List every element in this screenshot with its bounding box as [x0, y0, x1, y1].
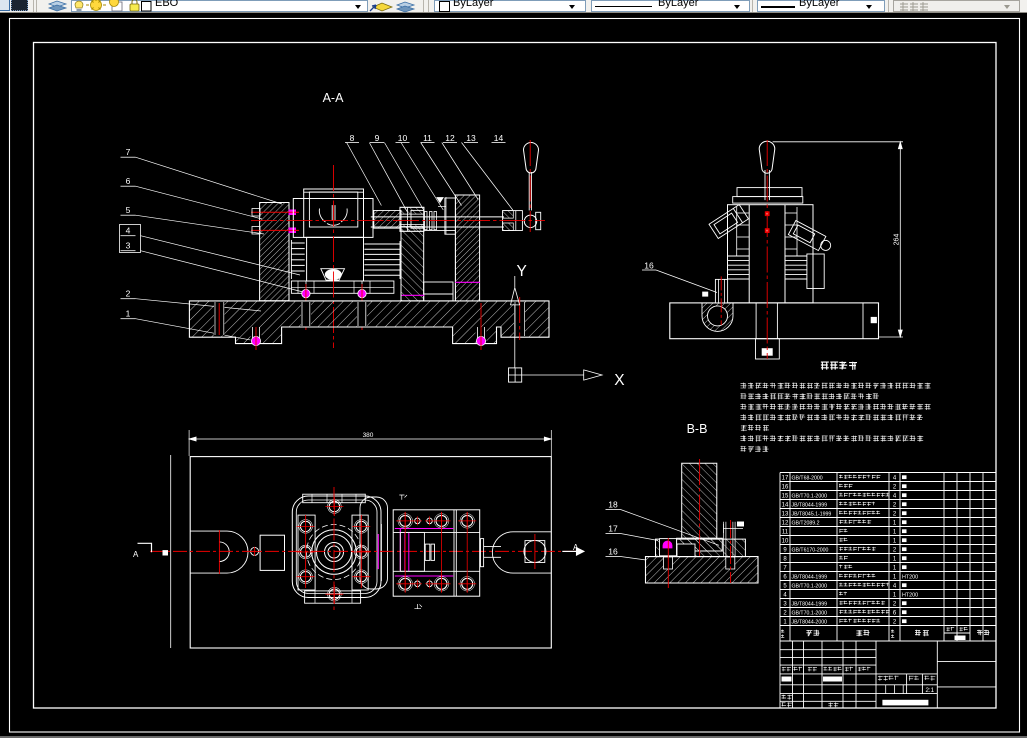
svg-text:3: 3: [126, 241, 131, 251]
svg-text:8: 8: [350, 133, 355, 143]
svg-text:HT200: HT200: [902, 575, 918, 581]
svg-text:JB/T8044-2000: JB/T8044-2000: [792, 619, 828, 625]
svg-text:JB/T8044-1999: JB/T8044-1999: [792, 601, 828, 607]
svg-text:14: 14: [494, 133, 504, 143]
svg-text:X: X: [614, 372, 625, 389]
svg-text:GB/T70.1-2000: GB/T70.1-2000: [792, 583, 828, 589]
svg-text:Y: Y: [517, 263, 527, 280]
svg-text:GB/T70.1-2000: GB/T70.1-2000: [792, 610, 828, 616]
svg-text:12: 12: [445, 133, 455, 143]
svg-text:17: 17: [782, 476, 789, 482]
svg-text:B-B: B-B: [687, 422, 708, 436]
svg-text:1: 1: [126, 309, 131, 319]
svg-text:9: 9: [375, 133, 380, 143]
svg-text:17: 17: [608, 524, 618, 534]
svg-text:5: 5: [126, 205, 131, 215]
svg-text:13: 13: [466, 133, 476, 143]
svg-text:GB/T70.1-2000: GB/T70.1-2000: [792, 493, 828, 499]
svg-text:7: 7: [126, 147, 131, 157]
svg-text:2:1: 2:1: [925, 687, 934, 694]
svg-text:12: 12: [782, 521, 789, 527]
svg-text:A: A: [133, 550, 139, 559]
svg-text:A-A: A-A: [323, 91, 345, 105]
svg-text:GB/T68-2000: GB/T68-2000: [792, 475, 823, 481]
svg-text:11: 11: [782, 530, 789, 536]
svg-text:16: 16: [608, 547, 618, 557]
svg-text:JB/T8044-1999: JB/T8044-1999: [792, 502, 828, 508]
svg-text:2: 2: [126, 289, 131, 299]
svg-text:13: 13: [782, 512, 789, 518]
svg-text:264: 264: [894, 234, 901, 246]
svg-text:JB/T8044-1999: JB/T8044-1999: [792, 574, 828, 580]
svg-text:16: 16: [644, 261, 654, 271]
svg-text:18: 18: [608, 500, 618, 510]
svg-text:GB/T2089.2: GB/T2089.2: [792, 520, 820, 526]
svg-text:380: 380: [363, 432, 374, 439]
svg-text:15: 15: [782, 494, 789, 500]
svg-text:4: 4: [126, 226, 131, 236]
svg-text:10: 10: [398, 133, 408, 143]
svg-text:6: 6: [126, 176, 131, 186]
svg-text:GB/T6170-2000: GB/T6170-2000: [792, 547, 829, 553]
svg-text:16: 16: [782, 485, 789, 491]
svg-text:14: 14: [782, 503, 789, 509]
svg-text:JB/T8045.1-1999: JB/T8045.1-1999: [792, 511, 832, 517]
svg-text:11: 11: [423, 133, 432, 143]
svg-text:10: 10: [782, 539, 789, 545]
svg-text:HT200: HT200: [902, 593, 918, 599]
